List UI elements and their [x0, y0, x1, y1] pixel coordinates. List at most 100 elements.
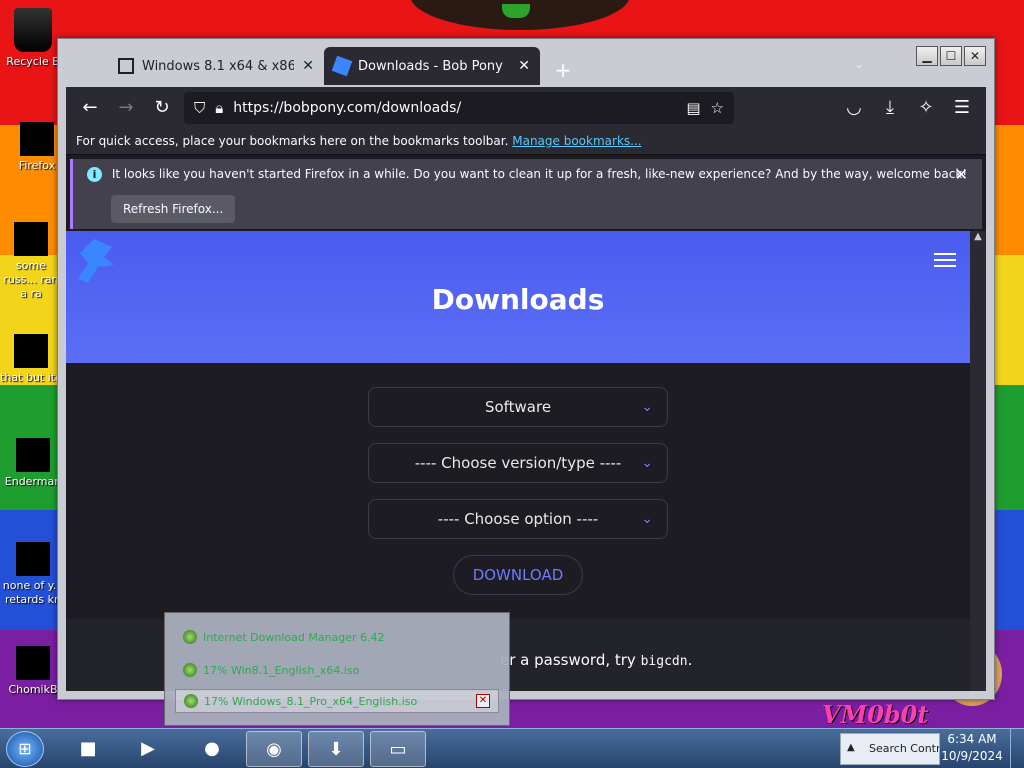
- archive-favicon-icon: [118, 58, 134, 74]
- select-value: ---- Choose option ----: [437, 510, 599, 528]
- file-icon: [16, 542, 50, 576]
- select-value: Software: [484, 398, 552, 416]
- desktop-icon-label: none of y... retards kn: [2, 579, 64, 606]
- back-button[interactable]: ←: [76, 94, 104, 122]
- tab-strip: Windows 8.1 x64 & x86 (Official ✕ Downlo…: [108, 47, 578, 85]
- idm-globe-icon: [184, 694, 198, 708]
- info-icon: i: [87, 167, 102, 182]
- app-icon: [16, 438, 50, 472]
- tab-close-icon[interactable]: ✕: [518, 58, 530, 74]
- monitor-icon: ▭: [389, 739, 407, 760]
- lock-icon[interactable]: 🔒︎: [215, 99, 223, 117]
- reload-button[interactable]: ↻: [148, 94, 176, 122]
- url-text[interactable]: https://bobpony.com/downloads/: [233, 100, 676, 116]
- desktop-icon-label: Enderman: [4, 475, 62, 488]
- watermark-text: VM0b0t: [822, 700, 929, 729]
- idm-taskbar-popup: Internet Download Manager 6.42 17% Win8.…: [164, 612, 510, 726]
- desktop-icon-label: Firefox: [18, 159, 56, 172]
- taskbar-app-cube[interactable]: ■: [60, 731, 116, 767]
- file-icon: [14, 334, 48, 368]
- maximize-button[interactable]: ☐: [940, 46, 962, 66]
- idm-item-label: 17% Win8.1_English_x64.iso: [203, 663, 360, 677]
- bookmark-star-icon[interactable]: ☆: [711, 99, 724, 117]
- new-tab-button[interactable]: +: [548, 55, 578, 85]
- desktop-icon-recycle-bin[interactable]: Recycle B: [2, 8, 64, 69]
- software-select[interactable]: Software ⌄: [368, 387, 668, 427]
- tab-title: Windows 8.1 x64 & x86 (Official: [142, 58, 295, 74]
- clock[interactable]: 6:34 AM 10/9/2024: [940, 731, 1004, 765]
- idm-icon: ⬇: [328, 739, 344, 760]
- taskbar-firefox[interactable]: ◉: [246, 731, 302, 767]
- desktop-icon-file-3[interactable]: none of y... retards kn: [2, 542, 64, 607]
- desktop-icon-chomik[interactable]: ChomikB: [2, 646, 64, 697]
- taskbar-app-globe[interactable]: ●: [184, 731, 240, 767]
- hamburger-menu-icon[interactable]: [934, 249, 956, 271]
- desktop-icon-file-1[interactable]: some russ... ran a ra: [0, 222, 62, 301]
- tab-downloads-bob-pony[interactable]: Downloads - Bob Pony ✕: [324, 47, 540, 85]
- chevron-down-icon: ⌄: [641, 511, 653, 527]
- idm-item-download-2[interactable]: 17% Windows_8.1_Pro_x64_English.iso ✕: [175, 689, 499, 713]
- recycle-bin-icon: [14, 8, 52, 52]
- downloads-icon[interactable]: ⤓: [876, 94, 904, 122]
- password-hint: er a password, try bigcdn.: [500, 651, 693, 669]
- extensions-icon[interactable]: ✧: [912, 94, 940, 122]
- manage-bookmarks-link[interactable]: Manage bookmarks...: [512, 134, 641, 148]
- bobpony-favicon-icon: [331, 55, 353, 77]
- taskbar-app-monitor[interactable]: ▭: [370, 731, 426, 767]
- tray-text[interactable]: Search Contro: [869, 742, 939, 755]
- notification-message: It looks like you haven't started Firefo…: [111, 167, 968, 181]
- globe-icon: ●: [204, 738, 220, 759]
- taskbar-idm[interactable]: ⬇: [308, 731, 364, 767]
- list-all-tabs-icon[interactable]: ⌄: [854, 57, 864, 71]
- page-header: Downloads: [66, 231, 970, 363]
- shield-icon[interactable]: ⛉: [194, 99, 205, 117]
- chevron-down-icon: ⌄: [641, 399, 653, 415]
- menu-button[interactable]: ☰: [948, 94, 976, 122]
- app-icon: [16, 646, 50, 680]
- pocket-icon[interactable]: ◡: [840, 94, 868, 122]
- cube-icon: ■: [79, 738, 97, 759]
- download-button[interactable]: DOWNLOAD: [453, 555, 583, 595]
- page-scrollbar[interactable]: ▲: [970, 231, 986, 691]
- chevron-down-icon: ⌄: [641, 455, 653, 471]
- bookmarks-toolbar: For quick access, place your bookmarks h…: [66, 129, 986, 155]
- desktop-icon-file-2[interactable]: that but ite: [0, 334, 62, 385]
- page-title: Downloads: [431, 283, 605, 316]
- minimize-button[interactable]: ▁: [916, 46, 938, 66]
- show-hidden-icons-icon[interactable]: ▲: [847, 742, 855, 753]
- idm-item-app[interactable]: Internet Download Manager 6.42: [183, 625, 385, 649]
- taskbar-media-player[interactable]: ▶: [120, 731, 176, 767]
- taskbar: ⊞ ■ ▶ ● ◉ ⬇ ▭ ▲ Search Contro 6:34 AM 10…: [0, 728, 1024, 768]
- notification-close-icon[interactable]: ✕: [955, 165, 968, 184]
- idm-close-icon[interactable]: ✕: [476, 694, 490, 708]
- scroll-up-icon[interactable]: ▲: [970, 231, 986, 242]
- option-select[interactable]: ---- Choose option ---- ⌄: [368, 499, 668, 539]
- desktop-icon-label: that but ite: [0, 371, 62, 384]
- idm-item-label: 17% Windows_8.1_Pro_x64_English.iso: [204, 694, 418, 708]
- refresh-firefox-button[interactable]: Refresh Firefox...: [111, 195, 236, 223]
- clock-time: 6:34 AM: [947, 732, 997, 746]
- close-button[interactable]: ✕: [964, 46, 986, 66]
- forward-button[interactable]: →: [112, 94, 140, 122]
- media-player-icon: ▶: [141, 738, 155, 759]
- tab-close-icon[interactable]: ✕: [302, 58, 314, 74]
- desktop-icon-label: some russ... ran a ra: [3, 259, 59, 300]
- tab-title: Downloads - Bob Pony: [358, 58, 503, 74]
- start-button[interactable]: ⊞: [6, 731, 44, 767]
- idm-globe-icon: [183, 663, 197, 677]
- show-desktop-button[interactable]: [1010, 729, 1024, 768]
- version-select[interactable]: ---- Choose version/type ---- ⌄: [368, 443, 668, 483]
- tab-windows-8-1[interactable]: Windows 8.1 x64 & x86 (Official ✕: [108, 47, 324, 85]
- desktop-icon-enderman[interactable]: Enderman: [2, 438, 64, 489]
- firefox-icon: [20, 122, 54, 156]
- reader-view-icon[interactable]: ▤: [686, 99, 700, 117]
- firefox-icon: ◉: [266, 739, 282, 760]
- idm-item-download-1[interactable]: 17% Win8.1_English_x64.iso: [183, 658, 359, 682]
- bobpony-logo-icon[interactable]: [74, 237, 118, 285]
- nav-bar: ← → ↻ ⛉ 🔒︎ https://bobpony.com/downloads…: [66, 87, 986, 129]
- system-tray: ▲ Search Contro: [840, 733, 940, 765]
- desktop-icon-label: ChomikB: [8, 683, 58, 696]
- url-bar[interactable]: ⛉ 🔒︎ https://bobpony.com/downloads/ ▤ ☆: [184, 92, 734, 124]
- idm-globe-icon: [183, 630, 197, 644]
- firefox-window: Windows 8.1 x64 & x86 (Official ✕ Downlo…: [57, 38, 995, 700]
